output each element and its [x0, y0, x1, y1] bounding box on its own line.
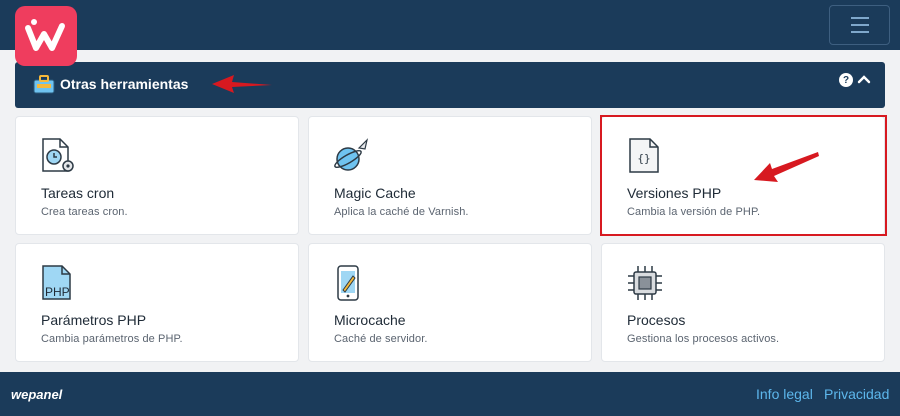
annotation-arrow [754, 152, 819, 182]
cpu-chip-icon [628, 266, 662, 300]
planet-rocket-icon [334, 138, 369, 171]
cron-file-icon [42, 138, 74, 172]
hamburger-icon-line [850, 24, 869, 26]
annotation-arrow [212, 75, 272, 93]
tool-description: Aplica la caché de Varnish. [334, 206, 469, 218]
footer: wepanel Info legal Privacidad [0, 372, 900, 416]
tool-description: Caché de servidor. [334, 333, 428, 345]
tool-card-procesos[interactable]: Procesos Gestiona los procesos activos. [601, 243, 885, 362]
tool-title: Procesos [627, 312, 686, 328]
tool-description: Crea tareas cron. [41, 206, 128, 218]
php-file-icon: PHP [42, 265, 71, 300]
app-logo[interactable] [15, 6, 77, 66]
tool-description: Cambia parámetros de PHP. [41, 333, 183, 345]
svg-text:PHP: PHP [45, 285, 70, 299]
tool-card-microcache[interactable]: Microcache Caché de servidor. [308, 243, 592, 362]
phone-rocket-icon [337, 265, 359, 301]
tool-title: Microcache [334, 312, 406, 328]
section-header[interactable]: Otras herramientas ? [15, 62, 885, 108]
section-title: Otras herramientas [60, 76, 189, 92]
annotation-highlight-box [600, 115, 887, 236]
tool-card-parametros-php[interactable]: PHP Parámetros PHP Cambia parámetros de … [15, 243, 299, 362]
hamburger-icon-line [850, 17, 869, 19]
help-icon[interactable]: ? [839, 73, 853, 87]
tool-title: Magic Cache [334, 185, 416, 201]
tool-card-tareas-cron[interactable]: Tareas cron Crea tareas cron. [15, 116, 299, 235]
logo-w-icon [25, 19, 65, 51]
chevron-up-icon[interactable] [857, 72, 871, 86]
menu-toggle-button[interactable] [829, 5, 890, 45]
tool-title: Tareas cron [41, 185, 115, 201]
footer-brand-logo[interactable]: wepanel [11, 387, 62, 402]
footer-link-privacidad[interactable]: Privacidad [824, 386, 889, 402]
tool-description: Gestiona los procesos activos. [627, 333, 780, 345]
tool-card-magic-cache[interactable]: Magic Cache Aplica la caché de Varnish. [308, 116, 592, 235]
toolbox-icon [33, 75, 55, 94]
hamburger-icon-line [850, 31, 869, 33]
top-navbar [0, 0, 900, 50]
tool-title: Parámetros PHP [41, 312, 147, 328]
footer-link-info-legal[interactable]: Info legal [756, 386, 813, 402]
